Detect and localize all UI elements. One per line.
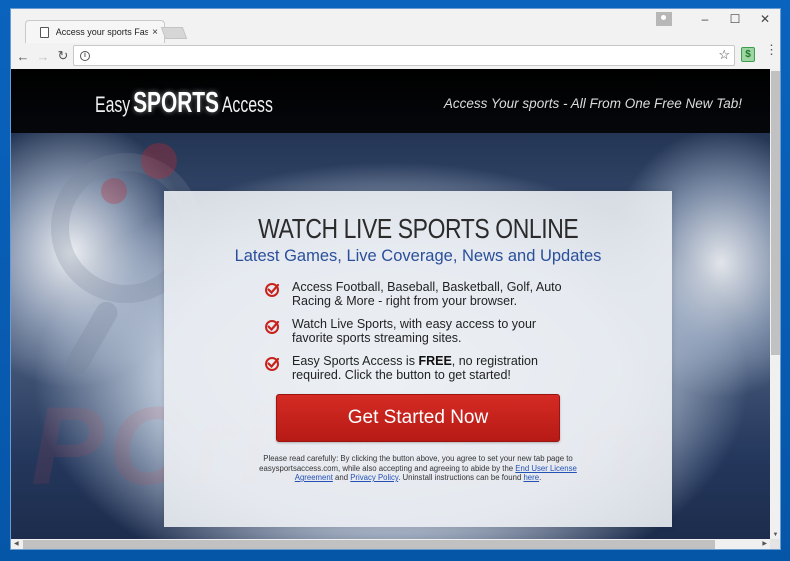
feature-text-free: FREE: [418, 354, 452, 368]
watermark-dot: [101, 178, 127, 204]
logo-access: Access: [221, 92, 273, 117]
site-header: Easy SPORTS Access Access Your sports - …: [11, 69, 770, 133]
disclaimer-and: and: [332, 473, 351, 482]
feature-text: Easy Sports Access is FREE, no registrat…: [292, 354, 564, 382]
site-logo[interactable]: Easy SPORTS Access: [95, 87, 342, 120]
scrollbar-corner: [770, 539, 780, 549]
profile-icon[interactable]: [656, 12, 672, 26]
hero-section: PCrisk.com WATCH LIVE SPORTS ONLINE Late…: [11, 133, 770, 539]
feature-item: Easy Sports Access is FREE, no registrat…: [264, 354, 564, 382]
back-button[interactable]: ←: [13, 49, 33, 64]
uninstall-here-link[interactable]: here: [523, 473, 539, 482]
card-subtitle: Latest Games, Live Coverage, News and Up…: [234, 247, 602, 265]
check-circle-icon: [265, 357, 280, 371]
browser-toolbar: ← → ↻ i ☆ $ ⋮: [11, 43, 780, 69]
feature-text: Watch Live Sports, with easy access to y…: [292, 317, 537, 345]
check-circle-icon: [265, 320, 280, 334]
disclaimer-text: Please read carefully: By clicking the b…: [253, 454, 583, 483]
disclaimer-end: .: [539, 473, 542, 482]
watermark-magnifier-handle: [62, 297, 122, 379]
disclaimer-part2: . Uninstall instructions can be found: [398, 473, 524, 482]
close-window-button[interactable]: ✕: [750, 12, 780, 26]
browser-tab[interactable]: Access your sports Faster ×: [25, 20, 165, 43]
feature-item: Watch Live Sports, with easy access to y…: [264, 317, 564, 345]
browser-window: Access your sports Faster × – ☐ ✕ ← → ↻ …: [10, 8, 781, 550]
horizontal-scroll-thumb[interactable]: [23, 540, 715, 549]
vertical-scroll-thumb[interactable]: [771, 71, 780, 355]
privacy-policy-link[interactable]: Privacy Policy: [350, 473, 398, 482]
feature-text: Access Football, Baseball, Basketball, G…: [292, 280, 562, 308]
promo-card: WATCH LIVE SPORTS ONLINE Latest Games, L…: [164, 191, 672, 527]
window-controls: – ☐ ✕: [656, 9, 780, 29]
feature-text-pre: Easy Sports Access is: [292, 354, 419, 368]
feature-list: Access Football, Baseball, Basketball, G…: [264, 280, 564, 382]
scroll-left-arrow-icon[interactable]: ◀: [14, 539, 19, 549]
header-tagline: Access Your sports - All From One Free N…: [443, 96, 742, 111]
scroll-down-arrow-icon[interactable]: ▼: [770, 532, 780, 538]
tab-title: Access your sports Faster: [55, 27, 149, 37]
watermark-dot: [141, 143, 177, 179]
minimize-button[interactable]: –: [690, 12, 720, 26]
vertical-scrollbar[interactable]: ▼: [770, 69, 780, 539]
forward-button[interactable]: →: [33, 49, 53, 64]
reload-button[interactable]: ↻: [53, 48, 73, 64]
url-input[interactable]: [96, 46, 734, 65]
maximize-button[interactable]: ☐: [720, 12, 750, 26]
scroll-right-arrow-icon[interactable]: ▶: [762, 539, 767, 549]
check-circle-icon: [265, 283, 280, 297]
page-viewport: Easy SPORTS Access Access Your sports - …: [11, 69, 770, 539]
browser-menu-icon[interactable]: ⋮: [765, 43, 778, 56]
bookmark-star-icon[interactable]: ☆: [718, 47, 730, 63]
tab-close-icon[interactable]: ×: [152, 27, 158, 38]
card-title: WATCH LIVE SPORTS ONLINE: [257, 213, 579, 244]
horizontal-scrollbar[interactable]: ◀ ▶: [11, 539, 770, 549]
logo-easy: Easy: [95, 92, 131, 117]
site-info-icon[interactable]: i: [80, 50, 90, 61]
extension-dollar-icon[interactable]: $: [741, 47, 755, 62]
new-tab-button[interactable]: [160, 27, 188, 39]
address-bar[interactable]: i ☆: [73, 45, 735, 66]
page-icon: [40, 26, 49, 38]
get-started-button[interactable]: Get Started Now: [276, 394, 560, 442]
feature-item: Access Football, Baseball, Basketball, G…: [264, 280, 564, 308]
tab-strip: Access your sports Faster × – ☐ ✕: [11, 9, 780, 43]
logo-sports: SPORTS: [133, 87, 219, 119]
